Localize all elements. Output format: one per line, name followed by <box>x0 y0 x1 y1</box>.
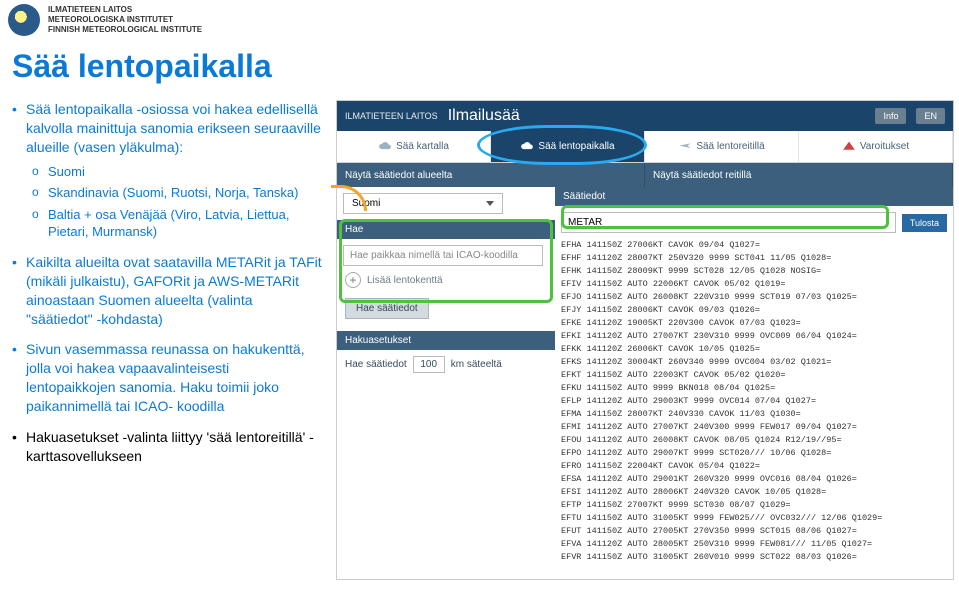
tab-label: Sää lentopaikalla <box>538 141 614 152</box>
bullet: Kaikilta alueilta ovat saatavilla METARi… <box>12 253 322 329</box>
tabs-row: Sää kartalla Sää lentopaikalla Sää lento… <box>337 131 953 163</box>
radius-setting: Hae säätiedot 100 km säteeltä <box>345 356 547 373</box>
institute-header: ILMATIETEEN LAITOS METEOROLOGISKA INSTIT… <box>8 4 202 36</box>
tab-label: Varoitukset <box>860 141 909 152</box>
page-title: Sää lentopaikalla <box>12 48 272 85</box>
search-input[interactable]: Hae paikkaa nimellä tai ICAO-koodilla <box>343 245 543 266</box>
tab-label: Sää lentoreitillä <box>696 141 764 152</box>
product-selected: METAR <box>568 217 602 228</box>
tab-saa-lentoreitilla[interactable]: Sää lentoreitillä <box>645 131 799 162</box>
warning-icon <box>842 141 856 153</box>
institute-line: ILMATIETEEN LAITOS <box>48 5 202 15</box>
tab-varoitukset[interactable]: Varoitukset <box>799 131 953 162</box>
radius-input[interactable]: 100 <box>413 356 445 373</box>
tab-saa-kartalla[interactable]: Sää kartalla <box>337 131 491 162</box>
app-screenshot: ILMATIETEEN LAITOS Ilmailusää Info EN Sä… <box>336 100 954 580</box>
app-topbar: ILMATIETEEN LAITOS Ilmailusää Info EN <box>337 101 953 131</box>
region-selected: Suomi <box>352 198 380 209</box>
chevron-down-icon <box>486 201 494 206</box>
cloud-icon <box>520 141 534 153</box>
plus-icon: + <box>345 272 361 288</box>
fetch-weather-button[interactable]: Hae säätiedot <box>345 298 429 319</box>
search-heading: Hae <box>337 220 555 239</box>
cloud-icon <box>378 141 392 153</box>
fmi-logo <box>8 4 40 36</box>
region-select[interactable]: Suomi <box>343 193 503 214</box>
radius-label-b: km säteeltä <box>451 359 502 370</box>
lang-button[interactable]: EN <box>916 108 945 124</box>
print-button[interactable]: Tulosta <box>902 214 947 232</box>
show-route-weather[interactable]: Näytä säätiedot reitillä <box>645 163 953 187</box>
tab-saa-lentopaikalla[interactable]: Sää lentopaikalla <box>491 131 645 162</box>
product-select[interactable]: METAR <box>561 212 896 233</box>
add-airport-label: Lisää lentokenttä <box>367 275 443 286</box>
right-panel: Säätiedot METAR Tulosta EFHA 141150Z 270… <box>555 187 953 592</box>
left-panel: Suomi Hae Hae paikkaa nimellä tai ICAO-k… <box>337 187 555 592</box>
tab-label: Sää kartalla <box>396 141 449 152</box>
org-mark: ILMATIETEEN LAITOS <box>345 111 438 121</box>
institute-line: FINNISH METEOROLOGICAL INSTITUTE <box>48 25 202 35</box>
metar-list: EFHA 141150Z 27006KT CAVOK 09/04 Q1027= … <box>561 239 947 592</box>
subbullet: Skandinavia (Suomi, Ruotsi, Norja, Tansk… <box>26 184 322 202</box>
subbullet: Suomi <box>26 163 322 181</box>
plane-icon <box>678 141 692 153</box>
institute-name: ILMATIETEEN LAITOS METEOROLOGISKA INSTIT… <box>48 5 202 35</box>
radius-label-a: Hae säätiedot <box>345 359 407 370</box>
info-button[interactable]: Info <box>875 108 906 124</box>
bullet-text: Sää lentopaikalla -osiossa voi hakea ede… <box>26 101 321 155</box>
institute-line: METEOROLOGISKA INSTITUTET <box>48 15 202 25</box>
search-settings-heading: Hakuasetukset <box>337 331 555 350</box>
explanation-column: Sää lentopaikalla -osiossa voi hakea ede… <box>12 100 322 478</box>
weather-heading: Säätiedot <box>555 187 953 206</box>
show-area-weather[interactable]: Näytä säätiedot alueelta <box>337 163 645 187</box>
bullet: Sää lentopaikalla -osiossa voi hakea ede… <box>12 100 322 241</box>
subheader-row: Näytä säätiedot alueelta Näytä säätiedot… <box>337 163 953 187</box>
bullet: Sivun vasemmassa reunassa on hakukenttä,… <box>12 340 322 416</box>
subbullet: Baltia + osa Venäjää (Viro, Latvia, Liet… <box>26 206 322 241</box>
bullet: Hakuasetukset -valinta liittyy 'sää lent… <box>12 428 322 466</box>
app-brand: Ilmailusää <box>448 107 520 125</box>
add-airport[interactable]: + Lisää lentokenttä <box>345 272 547 288</box>
